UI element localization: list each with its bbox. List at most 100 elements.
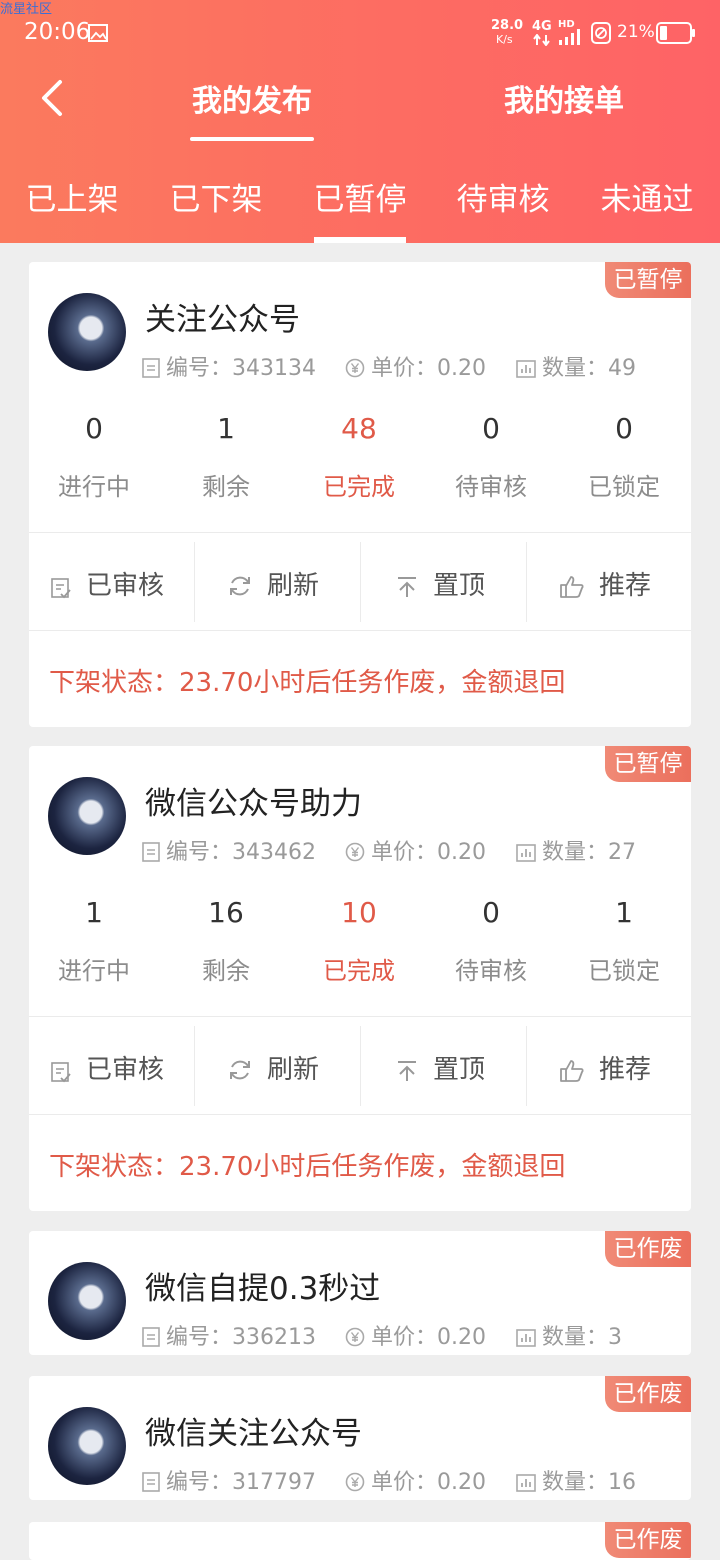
count-value: 27 (608, 840, 637, 865)
status-badge: 已作废 (605, 1231, 691, 1267)
audited-button[interactable]: 已审核 (50, 1049, 164, 1086)
price-label: 单价： (371, 840, 438, 865)
thumbs-up-icon (560, 1060, 584, 1082)
recommend-button[interactable]: 推荐 (559, 565, 651, 602)
recommend-button[interactable]: 推荐 (559, 1049, 651, 1086)
stat-label: 待审核 (455, 473, 527, 501)
stat-value: 10 (341, 896, 377, 929)
refresh-button[interactable]: 刷新 (227, 1049, 319, 1086)
count-label: 数量： (542, 356, 609, 381)
gallery-icon (88, 24, 108, 42)
stat-label: 已完成 (323, 957, 395, 985)
stat-value: 1 (217, 412, 235, 445)
id-value: 343134 (232, 356, 316, 381)
stat-value: 1 (85, 896, 103, 929)
subtab-rejected[interactable]: 未通过 (592, 174, 702, 219)
task-count: 数量：27 (516, 834, 636, 866)
chart-icon (516, 360, 536, 378)
task-price: 单价：0.20 (345, 1464, 486, 1496)
audited-label: 已审核 (86, 1055, 165, 1085)
stat-locked[interactable]: 0 已锁定 (559, 412, 689, 502)
stat-remaining[interactable]: 16 剩余 (161, 896, 291, 986)
divider (194, 542, 195, 622)
tab-my-orders[interactable]: 我的接单 (500, 76, 628, 120)
watermark: 流星社区 (0, 2, 53, 17)
task-id: 编号：336213 (142, 1319, 316, 1351)
delist-status: 下架状态：23.70小时后任务作废，金额退回 (49, 668, 566, 698)
stat-label: 已完成 (323, 473, 395, 501)
task-id: 编号：317797 (142, 1464, 316, 1496)
recommend-label: 推荐 (599, 1055, 652, 1085)
task-card[interactable]: 已暂停 微信公众号助力 编号：343462 单价：0.20 数量：27 1 进行中 16 剩余 1… (29, 746, 691, 1211)
stat-in-progress[interactable]: 0 进行中 (29, 412, 159, 502)
divider (360, 1026, 361, 1106)
thumbs-up-icon (560, 576, 584, 598)
stat-remaining[interactable]: 1 剩余 (161, 412, 291, 502)
stat-value: 16 (208, 896, 244, 929)
id-label: 编号： (166, 1325, 233, 1350)
divider (194, 1026, 195, 1106)
subtab-paused[interactable]: 已暂停 (305, 174, 415, 219)
subtab-delisted[interactable]: 已下架 (161, 174, 271, 219)
battery-percent: 21% (617, 22, 655, 42)
id-value: 343462 (232, 840, 316, 865)
status-badge: 已作废 (605, 1376, 691, 1412)
recommend-label: 推荐 (599, 571, 652, 601)
refresh-button[interactable]: 刷新 (227, 565, 319, 602)
task-count: 数量：3 (516, 1319, 622, 1351)
divider (526, 542, 527, 622)
tab-indicator (190, 137, 314, 141)
task-card[interactable]: 已作废 微信自提0.3秒过 编号：336213 单价：0.20 数量：3 (29, 1231, 691, 1355)
avatar (48, 293, 126, 371)
net-speed: 28.0 (491, 18, 524, 33)
signal-label: 4G (532, 19, 552, 34)
task-card[interactable]: 已暂停 关注公众号 编号：343134 单价：0.20 数量：49 0 进行中 1 剩余 48 已完… (29, 262, 691, 727)
top-button[interactable]: 置顶 (395, 565, 485, 602)
subtab-listed[interactable]: 已上架 (17, 174, 127, 219)
chart-icon (516, 844, 536, 862)
task-card[interactable]: 已作废微信关注公众号编号：317797 单价：0.20 数量：16 (29, 1376, 691, 1500)
stat-pending[interactable]: 0 待审核 (426, 412, 556, 502)
task-id: 编号：343462 (142, 834, 316, 866)
price-value: 0.20 (437, 356, 486, 381)
task-title: 微信关注公众号 (145, 1416, 362, 1452)
stat-value: 1 (615, 896, 633, 929)
divider (29, 1114, 691, 1115)
id-value: 336213 (232, 1325, 316, 1350)
task-price: 单价：0.20 (345, 350, 486, 382)
avatar (48, 1407, 126, 1485)
count-value: 16 (608, 1470, 637, 1495)
yen-icon (345, 358, 365, 378)
chart-icon (516, 1329, 536, 1347)
refresh-label: 刷新 (267, 1055, 320, 1085)
price-value: 0.20 (437, 1470, 486, 1495)
pin-top-icon (398, 577, 416, 597)
count-label: 数量： (542, 1470, 609, 1495)
audited-button[interactable]: 已审核 (50, 565, 164, 602)
stat-in-progress[interactable]: 1 进行中 (29, 896, 159, 986)
audit-icon (51, 1062, 71, 1083)
status-badge: 已暂停 (605, 262, 691, 298)
stat-value: 48 (341, 412, 377, 445)
divider (29, 1016, 691, 1017)
delist-status: 下架状态：23.70小时后任务作废，金额退回 (49, 1152, 566, 1182)
battery-icon (656, 22, 695, 44)
stat-pending[interactable]: 0 待审核 (426, 896, 556, 986)
audit-icon (51, 578, 71, 599)
refresh-icon (230, 1060, 250, 1080)
task-price: 单价：0.20 (345, 1319, 486, 1351)
top-button[interactable]: 置顶 (395, 1049, 485, 1086)
stat-completed[interactable]: 48 已完成 (294, 412, 424, 502)
stat-locked[interactable]: 1 已锁定 (559, 896, 689, 986)
subtab-indicator (314, 237, 406, 243)
price-label: 单价： (371, 356, 438, 381)
id-label: 编号： (166, 356, 233, 381)
id-value: 317797 (232, 1470, 316, 1495)
stat-completed[interactable]: 10 已完成 (294, 896, 424, 986)
subtab-pending-review[interactable]: 待审核 (448, 174, 558, 219)
tab-my-publish[interactable]: 我的发布 (190, 76, 314, 120)
data-arrows-icon (533, 34, 550, 46)
pin-top-icon (398, 1061, 416, 1081)
task-card[interactable]: 已作废 (29, 1522, 691, 1560)
back-arrow-icon[interactable] (36, 78, 76, 118)
